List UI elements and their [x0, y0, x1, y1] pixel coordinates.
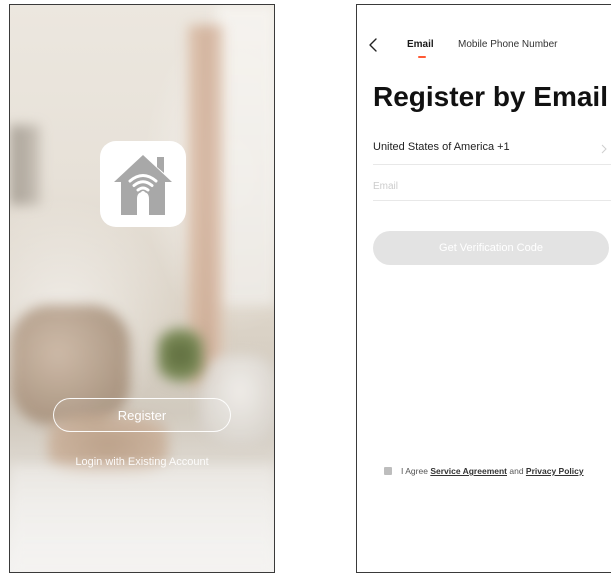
get-verification-code-button[interactable]: Get Verification Code — [373, 231, 609, 265]
tab-mobile-phone-number[interactable]: Mobile Phone Number — [458, 39, 558, 50]
agreement-row: I Agree Service Agreement and Privacy Po… — [384, 466, 584, 476]
welcome-screen: Register Login with Existing Account — [9, 4, 275, 573]
privacy-policy-link[interactable]: Privacy Policy — [526, 466, 584, 476]
app-logo — [100, 141, 186, 227]
agreement-prefix: I Agree — [401, 466, 431, 476]
wifi-house-icon — [114, 155, 172, 215]
window-background — [216, 5, 274, 305]
email-field[interactable] — [373, 177, 593, 195]
country-selector[interactable]: United States of America +1 — [373, 141, 611, 163]
tab-email[interactable]: Email — [407, 39, 434, 50]
email-divider — [373, 200, 611, 201]
back-arrow-icon[interactable] — [367, 37, 381, 53]
agreement-checkbox[interactable] — [384, 466, 392, 475]
agreement-and: and — [507, 466, 526, 476]
wall-decor-background — [10, 125, 40, 205]
floor-background — [10, 465, 274, 572]
plant-background — [158, 325, 203, 385]
service-agreement-link[interactable]: Service Agreement — [430, 466, 507, 476]
active-tab-indicator — [418, 56, 426, 58]
register-button[interactable]: Register — [53, 398, 231, 432]
country-label: United States of America +1 — [373, 141, 510, 153]
page-title: Register by Email — [373, 81, 608, 112]
register-screen: Email Mobile Phone Number Register by Em… — [356, 4, 611, 573]
login-existing-account-link[interactable]: Login with Existing Account — [10, 456, 274, 468]
chevron-right-icon — [601, 144, 607, 154]
country-divider — [373, 164, 611, 165]
